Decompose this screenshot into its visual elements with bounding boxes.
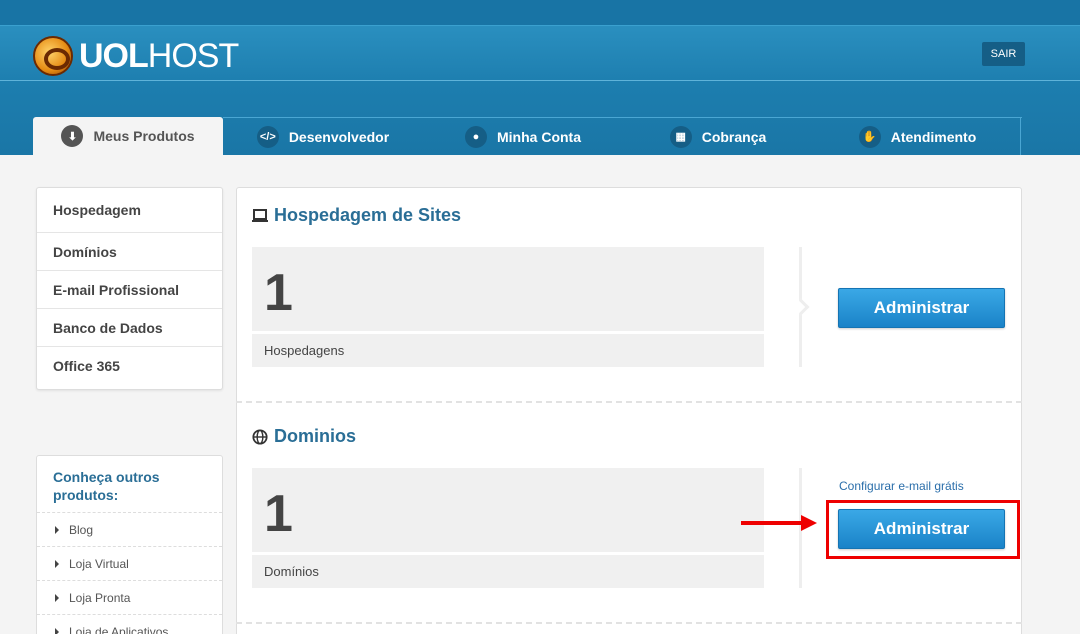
other-products-title: Conheça outros produtos: (37, 456, 222, 513)
logo-text-light: HOST (147, 37, 239, 75)
section-separator (236, 401, 1022, 403)
highlight-box (826, 500, 1020, 559)
administrar-hospedagem-button[interactable]: Administrar (838, 288, 1005, 328)
domains-count-box: 1 (252, 468, 764, 552)
other-product-loja-pronta[interactable]: Loja Pronta (37, 581, 222, 615)
logout-button[interactable]: SAIR (982, 42, 1025, 66)
user-icon: ● (465, 125, 487, 148)
tabs-border (1020, 117, 1021, 155)
sidebar-item-hospedagem[interactable]: Hospedagem (37, 188, 222, 233)
tab-minha-conta[interactable]: ● Minha Conta (423, 117, 623, 155)
configurar-email-link[interactable]: Configurar e-mail grátis (839, 479, 964, 493)
section-title-text: Dominios (274, 426, 357, 446)
tab-label: Meus Produtos (93, 128, 195, 144)
handshake-icon: ✋ (858, 125, 881, 148)
code-icon: </> (256, 125, 279, 148)
calculator-icon: ▦ (669, 125, 692, 148)
top-strip (0, 0, 1080, 25)
download-icon: ⬇ (61, 125, 84, 147)
uol-logo-icon (33, 36, 73, 76)
tab-cobranca[interactable]: ▦ Cobrança (623, 117, 813, 155)
annotation-arrow-shaft (741, 521, 803, 525)
hosting-count-label: Hospedagens (252, 334, 764, 367)
sidebar-item-banco-de-dados[interactable]: Banco de Dados (37, 309, 222, 347)
product-sidebar: Hospedagem Domínios E-mail Profissional … (36, 187, 223, 390)
sidebar-item-office-365[interactable]: Office 365 (37, 347, 222, 385)
sidebar-item-dominios[interactable]: Domínios (37, 233, 222, 271)
tab-label: Minha Conta (497, 128, 581, 145)
other-products-panel: Conheça outros produtos: Blog Loja Virtu… (36, 455, 223, 634)
other-product-blog[interactable]: Blog (37, 513, 222, 547)
uolhost-logo[interactable]: UOLHOST (33, 36, 239, 76)
caret-right-icon (55, 525, 59, 534)
arrow-right-icon (801, 515, 817, 531)
logo-text: UOLHOST (79, 36, 239, 76)
tab-meus-produtos[interactable]: ⬇ Meus Produtos (33, 117, 223, 155)
caret-right-icon (55, 593, 59, 602)
section-title-text: Hospedagem de Sites (274, 205, 462, 225)
section-title-dominios: Dominios (252, 426, 356, 447)
tab-atendimento[interactable]: ✋ Atendimento (813, 117, 1022, 155)
hosting-count: 1 (264, 264, 293, 322)
tab-label: Atendimento (890, 128, 977, 145)
logo-text-bold: UOL (79, 37, 149, 75)
globe-icon (252, 428, 268, 445)
site-header: UOLHOST SAIR (0, 25, 1080, 81)
domains-count-label: Domínios (252, 555, 764, 588)
other-product-label: Loja Virtual (69, 556, 129, 571)
monitor-icon (252, 208, 268, 224)
sidebar-item-email-profissional[interactable]: E-mail Profissional (37, 271, 222, 309)
other-product-label: Loja Pronta (69, 590, 131, 605)
hosting-count-box: 1 (252, 247, 764, 331)
domains-count: 1 (264, 485, 293, 543)
other-product-loja-virtual[interactable]: Loja Virtual (37, 547, 222, 581)
other-product-label: Blog (69, 522, 94, 537)
tab-label: Cobrança (701, 128, 767, 145)
tab-desenvolvedor[interactable]: </> Desenvolvedor (223, 117, 423, 155)
section-title-hospedagem: Hospedagem de Sites (252, 205, 461, 226)
tab-label: Desenvolvedor (288, 128, 390, 145)
other-product-label: Loja de Aplicativos (69, 624, 169, 634)
caret-right-icon (55, 627, 59, 634)
caret-right-icon (55, 559, 59, 568)
main-tabs: ⬇ Meus Produtos </> Desenvolvedor ● Minh… (33, 117, 1022, 155)
other-product-loja-aplicativos[interactable]: Loja de Aplicativos (37, 615, 222, 634)
section-separator (236, 622, 1022, 624)
